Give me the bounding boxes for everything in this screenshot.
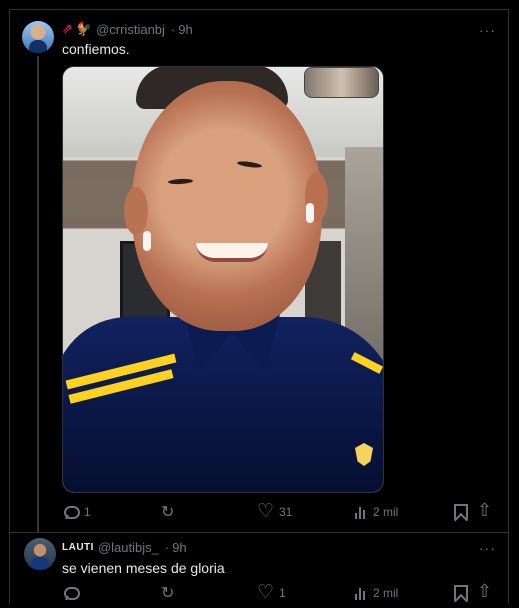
display-name[interactable]: LAUTI bbox=[62, 542, 94, 553]
views-icon bbox=[354, 587, 368, 600]
retweet-button[interactable] bbox=[160, 583, 182, 603]
like-count: 31 bbox=[279, 505, 293, 519]
mouth bbox=[196, 243, 268, 262]
retweet-icon bbox=[160, 502, 178, 522]
more-options-icon[interactable]: ··· bbox=[479, 22, 496, 38]
share-icon bbox=[477, 500, 495, 521]
tweet-divider bbox=[10, 532, 509, 533]
separator-dot: · bbox=[164, 540, 170, 555]
views-count: 2 mil bbox=[373, 505, 399, 519]
like-button[interactable]: 31 bbox=[257, 500, 293, 523]
tweet-actions: 1 31 2 mil bbox=[62, 500, 494, 523]
person-face bbox=[132, 81, 322, 331]
avatar[interactable] bbox=[24, 538, 56, 570]
like-button[interactable]: 1 bbox=[257, 581, 286, 604]
views-count: 2 mil bbox=[373, 586, 399, 600]
separator-dot: · bbox=[170, 21, 176, 37]
reply-button[interactable]: 1 bbox=[62, 503, 91, 521]
thread-line bbox=[37, 56, 39, 533]
rooster-icon: 🐓 bbox=[75, 21, 93, 36]
tweet-header: ⇗ 🐓 @crristianbj · 9h bbox=[62, 21, 193, 37]
bookmark-button[interactable] bbox=[451, 584, 473, 602]
display-name[interactable]: ⇗ 🐓 bbox=[62, 21, 92, 37]
reply-icon bbox=[62, 503, 80, 521]
bookmark-icon bbox=[451, 584, 469, 602]
earbud bbox=[143, 231, 151, 251]
handle[interactable]: @crristianbj bbox=[96, 22, 165, 37]
reply-actions: 1 2 mil bbox=[62, 581, 494, 604]
reply-text: se vienen meses de gloria bbox=[62, 560, 225, 576]
reply-button[interactable] bbox=[62, 584, 84, 602]
share-button[interactable] bbox=[477, 500, 499, 521]
views-button[interactable]: 2 mil bbox=[354, 505, 398, 519]
reply-icon bbox=[62, 584, 80, 602]
share-button[interactable] bbox=[477, 581, 499, 602]
heart-icon bbox=[257, 500, 275, 523]
bookmark-icon bbox=[451, 503, 469, 521]
views-button[interactable]: 2 mil bbox=[354, 586, 398, 600]
heart-icon bbox=[257, 581, 275, 604]
picture-in-picture-preview[interactable] bbox=[304, 67, 379, 98]
timestamp[interactable]: 9h bbox=[172, 540, 186, 555]
ear bbox=[124, 187, 148, 235]
timestamp[interactable]: 9h bbox=[178, 22, 192, 37]
retweet-icon bbox=[160, 583, 178, 603]
retweet-button[interactable] bbox=[160, 502, 182, 522]
tweet-video[interactable] bbox=[62, 66, 384, 493]
more-options-icon[interactable]: ··· bbox=[479, 540, 496, 556]
avatar[interactable] bbox=[22, 21, 54, 53]
views-icon bbox=[354, 506, 368, 519]
share-icon bbox=[477, 581, 495, 602]
reply-header: LAUTI @lautibjs_ · 9h bbox=[62, 540, 187, 555]
rocket-icon: ⇗ bbox=[62, 21, 73, 36]
tweet-text: confiemos. bbox=[62, 41, 130, 57]
bookmark-button[interactable] bbox=[451, 503, 473, 521]
reply-count: 1 bbox=[84, 505, 91, 519]
handle[interactable]: @lautibjs_ bbox=[98, 540, 159, 555]
like-count: 1 bbox=[279, 586, 286, 600]
earbud bbox=[306, 203, 314, 223]
